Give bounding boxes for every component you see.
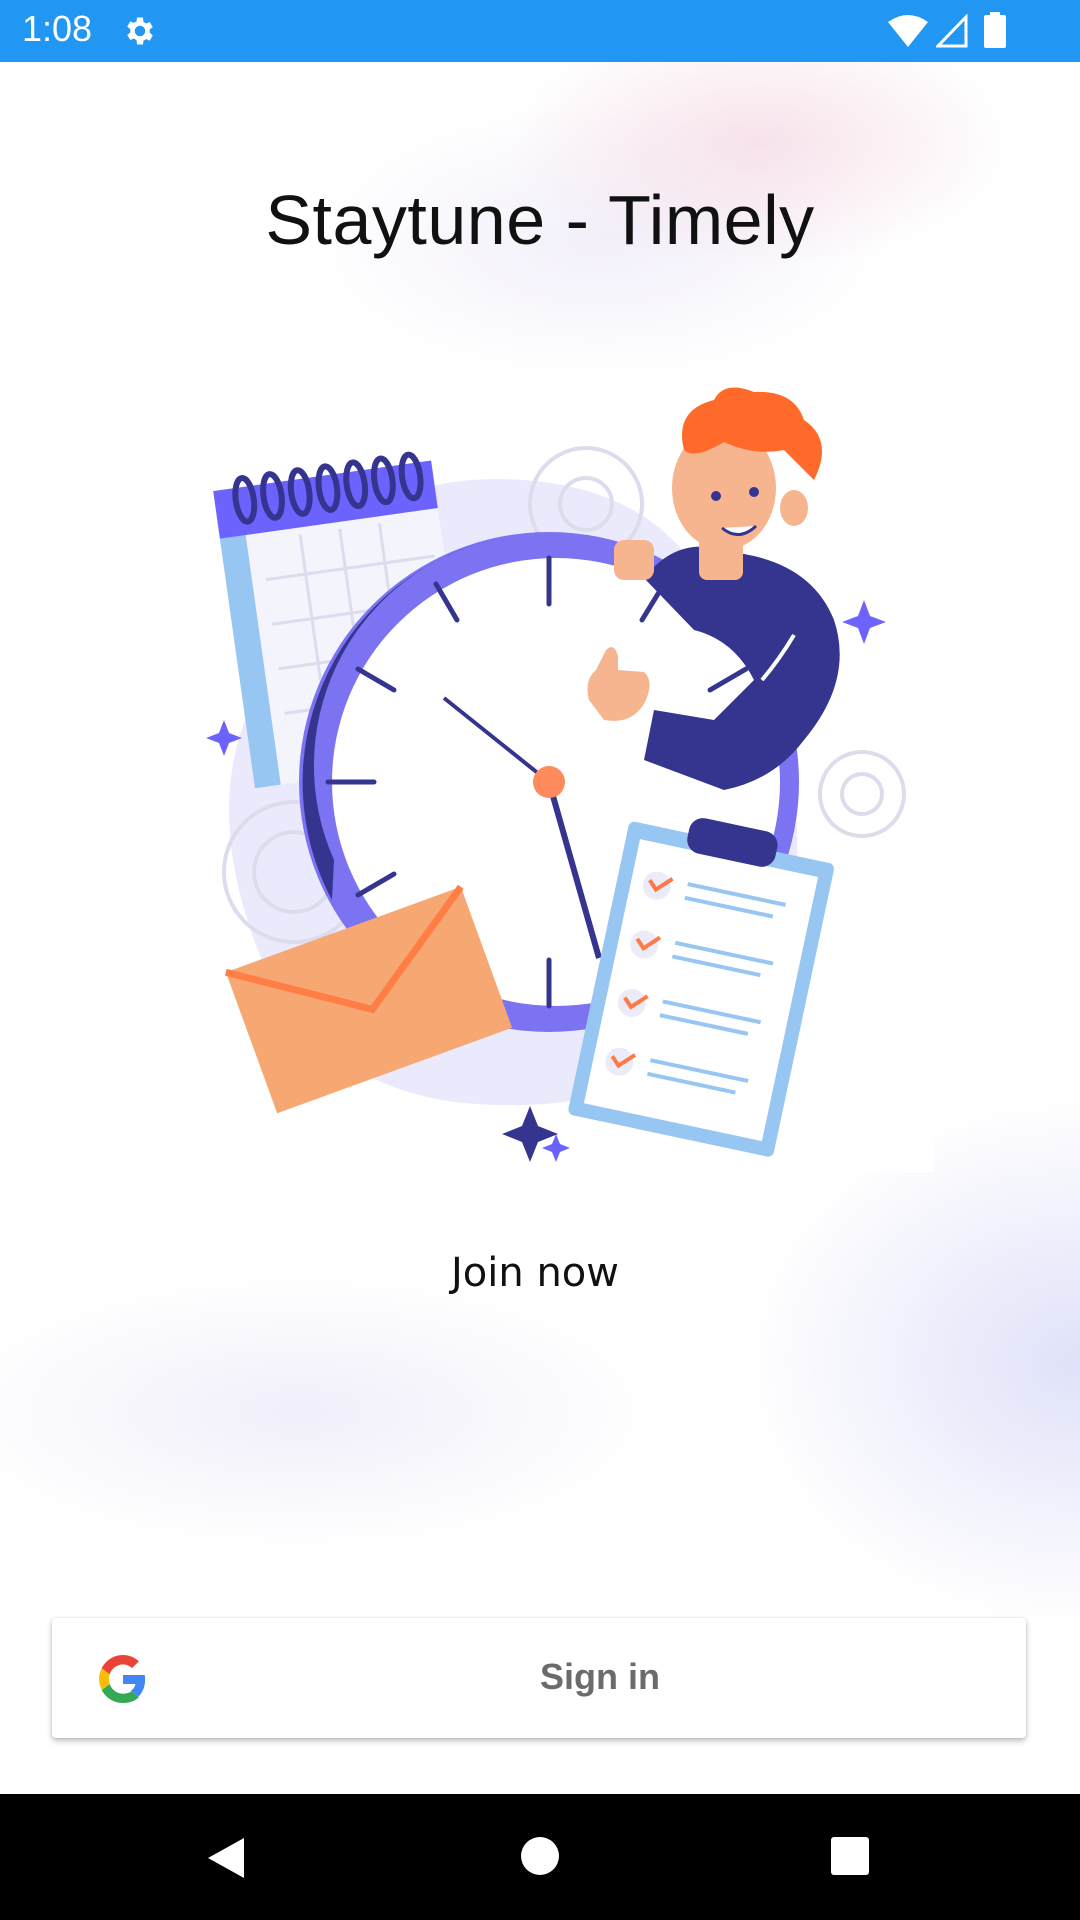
time-management-illustration (194, 380, 934, 1172)
wifi-icon (888, 15, 928, 47)
status-time: 1:08 (22, 8, 93, 49)
sign-in-label: Sign in (540, 1656, 660, 1697)
back-icon[interactable] (204, 1836, 248, 1880)
app-title: Staytune - Timely (265, 181, 815, 259)
recents-icon[interactable] (830, 1836, 870, 1876)
gear-icon (127, 17, 153, 45)
home-icon[interactable] (520, 1836, 560, 1876)
google-sign-in-button[interactable]: Sign in (52, 1618, 1026, 1738)
join-now-label[interactable]: Join now (0, 1250, 1070, 1296)
battery-icon (984, 12, 1006, 48)
cell-signal-icon (936, 14, 968, 48)
status-bar: 1:08 (0, 0, 1080, 62)
welcome-screen: Staytune - Timely Join now Sign in (0, 62, 1080, 1794)
navigation-bar (0, 1794, 1080, 1920)
